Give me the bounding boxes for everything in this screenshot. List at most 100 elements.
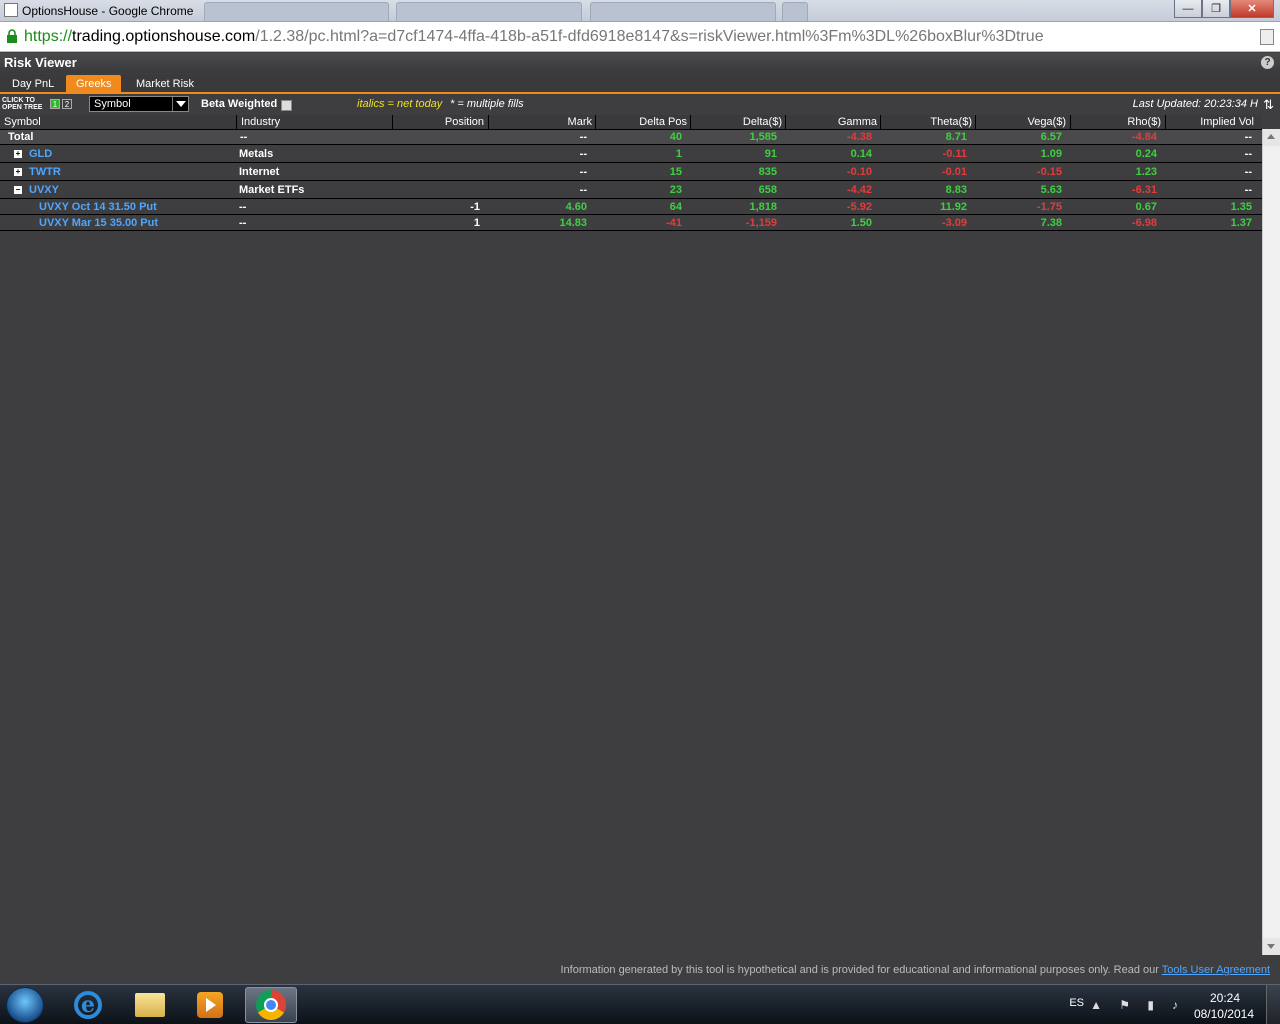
address-bar[interactable]: https://trading.optionshouse.com/1.2.38/… [0, 22, 1280, 52]
maximize-button[interactable]: ❐ [1202, 0, 1230, 18]
internet-explorer-icon: e [74, 991, 102, 1019]
grid-toolbar: CLICK TO OPEN TREE 1 2 Symbol Beta Weigh… [0, 95, 1280, 115]
group-by-value: Symbol [94, 98, 131, 110]
cell-delta-usd: 91 [764, 148, 777, 160]
network-icon[interactable]: ▮ [1147, 998, 1154, 1012]
collapse-icon[interactable]: − [14, 186, 22, 194]
open-tree-label-line2: OPEN TREE [2, 104, 43, 111]
cell-delta-pos: 1 [675, 148, 682, 160]
taskbar-chrome[interactable] [245, 987, 297, 1023]
table-row-option[interactable]: UVXY Oct 14 31.50 Put -- -1 4.60 64 1,81… [0, 199, 1262, 215]
media-player-icon [197, 992, 223, 1018]
tree-level-1-button[interactable]: 1 [50, 99, 60, 109]
cell-delta-pos: 40 [669, 131, 682, 143]
scroll-down-icon[interactable] [1263, 938, 1280, 955]
cell-theta: 8.83 [945, 184, 967, 196]
chevron-down-icon[interactable] [172, 97, 188, 111]
action-center-icon[interactable]: ⚑ [1119, 998, 1130, 1012]
cell-industry: -- [239, 201, 247, 213]
cell-gamma: 0.14 [850, 148, 872, 160]
table-row-twtr[interactable]: + TWTR Internet -- 15 835 -0.10 -0.01 -0… [0, 163, 1262, 181]
page-settings-icon[interactable] [1260, 29, 1274, 45]
table-row-gld[interactable]: + GLD Metals -- 1 91 0.14 -0.11 1.09 0.2… [0, 145, 1262, 163]
browser-title-bar: OptionsHouse - Google Chrome — ❐ ✕ [0, 0, 1280, 22]
clock-date[interactable]: 08/10/2014 [1194, 1007, 1254, 1021]
cell-position: -1 [470, 201, 480, 213]
tree-level-2-button[interactable]: 2 [62, 99, 72, 109]
refresh-icon[interactable]: ⇅ [1263, 97, 1274, 113]
cell-rho: 0.24 [1135, 148, 1157, 160]
window-title: OptionsHouse - Google Chrome [22, 4, 194, 18]
taskbar-internet-explorer[interactable]: e [62, 987, 114, 1023]
table-row-option[interactable]: UVXY Mar 15 35.00 Put -- 1 14.83 -41 -1,… [0, 215, 1262, 231]
volume-icon[interactable]: ♪ [1172, 998, 1178, 1012]
disclaimer-text: Information generated by this tool is hy… [560, 964, 1162, 976]
grid-scrollbar[interactable] [1262, 129, 1280, 955]
browser-tab-background[interactable] [396, 2, 582, 21]
tab-market-risk[interactable]: Market Risk [126, 75, 204, 93]
cell-vega: 7.38 [1040, 217, 1062, 229]
show-desktop-button[interactable] [1266, 985, 1280, 1024]
cell-implied-vol: -- [1244, 166, 1252, 178]
help-icon[interactable]: ? [1261, 56, 1274, 69]
system-tray: ES ▲ ⚑ ▮ ♪ 20:24 08/10/2014 [1040, 985, 1280, 1024]
col-delta-usd[interactable]: Delta($) [743, 116, 782, 128]
chrome-icon [256, 990, 286, 1020]
cell-symbol[interactable]: TWTR [29, 166, 61, 178]
clock-time[interactable]: 20:24 [1210, 991, 1240, 1005]
cell-mark: 4.60 [565, 201, 587, 213]
cell-delta-usd: 1,585 [749, 131, 777, 143]
cell-symbol[interactable]: GLD [29, 148, 52, 160]
cell-implied-vol: 1.37 [1230, 217, 1252, 229]
col-rho[interactable]: Rho($) [1127, 116, 1161, 128]
cell-delta-usd: 1,818 [749, 201, 777, 213]
browser-tab-background[interactable] [204, 2, 389, 21]
cell-implied-vol: -- [1244, 148, 1252, 160]
expand-icon[interactable]: + [14, 150, 22, 158]
col-symbol[interactable]: Symbol [4, 116, 41, 128]
tab-greeks[interactable]: Greeks [66, 75, 122, 93]
table-row-uvxy[interactable]: − UVXY Market ETFs -- 23 658 -4.42 8.83 … [0, 181, 1262, 199]
browser-tab-background[interactable] [590, 2, 776, 21]
col-vega[interactable]: Vega($) [1027, 116, 1066, 128]
col-implied-vol[interactable]: Implied Vol [1200, 116, 1254, 128]
language-indicator[interactable]: ES [1069, 997, 1084, 1009]
lock-icon [7, 29, 17, 43]
beta-weighted-checkbox[interactable] [281, 100, 292, 111]
cell-symbol[interactable]: UVXY Oct 14 31.50 Put [39, 201, 157, 213]
col-theta[interactable]: Theta($) [930, 116, 972, 128]
cell-theta: -0.11 [942, 148, 967, 160]
cell-delta-pos: 15 [669, 166, 682, 178]
cell-symbol[interactable]: UVXY [29, 184, 59, 196]
col-industry[interactable]: Industry [241, 116, 280, 128]
start-button[interactable] [6, 987, 44, 1023]
folder-icon [135, 993, 165, 1017]
grid-header: Symbol Industry Position Mark Delta Pos … [0, 115, 1262, 130]
close-button[interactable]: ✕ [1230, 0, 1274, 18]
taskbar-media-player[interactable] [184, 987, 236, 1023]
expand-icon[interactable]: + [14, 168, 22, 176]
greeks-grid: Symbol Industry Position Mark Delta Pos … [0, 115, 1262, 231]
tools-user-agreement-link[interactable]: Tools User Agreement [1162, 964, 1270, 976]
group-by-select[interactable]: Symbol [89, 96, 189, 112]
col-delta-pos[interactable]: Delta Pos [639, 116, 687, 128]
cell-mark: -- [579, 148, 587, 160]
col-position[interactable]: Position [445, 116, 484, 128]
cell-vega: -1.75 [1036, 201, 1062, 213]
scroll-up-icon[interactable] [1263, 129, 1280, 146]
url-text[interactable]: https://trading.optionshouse.com/1.2.38/… [24, 28, 1044, 46]
tab-day-pnl[interactable]: Day PnL [2, 75, 64, 93]
minimize-button[interactable]: — [1174, 0, 1202, 18]
taskbar-explorer[interactable] [124, 987, 176, 1023]
col-mark[interactable]: Mark [568, 116, 592, 128]
cell-gamma: -0.10 [846, 166, 872, 178]
show-hidden-icons-icon[interactable]: ▲ [1090, 998, 1102, 1012]
cell-vega: -0.15 [1036, 166, 1062, 178]
cell-rho: -6.31 [1131, 184, 1157, 196]
disclaimer: Information generated by this tool is hy… [560, 964, 1270, 976]
new-tab-button[interactable] [782, 2, 808, 21]
table-row-total[interactable]: Total -- -- 40 1,585 -4.38 8.71 6.57 -4.… [0, 130, 1262, 145]
col-gamma[interactable]: Gamma [838, 116, 877, 128]
cell-symbol[interactable]: UVXY Mar 15 35.00 Put [39, 217, 158, 229]
cell-rho: 0.67 [1135, 201, 1157, 213]
